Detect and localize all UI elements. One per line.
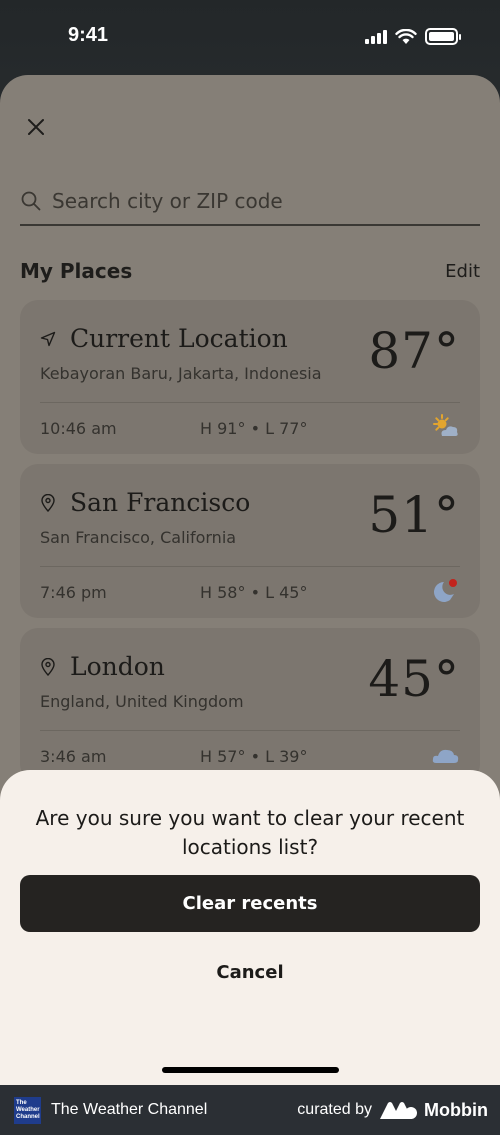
local-time: 3:46 am [40, 747, 107, 766]
close-button[interactable] [22, 113, 50, 141]
attribution-footer: The Weather Channel The Weather Channel cu… [0, 1085, 500, 1135]
search-icon [21, 191, 41, 211]
cloudy-icon [432, 749, 459, 763]
local-time: 10:46 am [40, 419, 117, 438]
mobbin-label: Mobbin [424, 1099, 488, 1120]
card-name-row: San Francisco [40, 488, 250, 517]
current-temperature: 51° [368, 486, 460, 544]
location-card-london[interactable]: London England, United Kingdom 45° 3:46 … [20, 628, 480, 782]
edit-button[interactable]: Edit [445, 261, 480, 282]
my-places-title: My Places [20, 259, 133, 283]
curated-by-label: curated by [297, 1101, 373, 1118]
footer-brand-name: The Weather Channel [51, 1101, 208, 1118]
map-pin-icon [41, 493, 55, 512]
location-subtitle: San Francisco, California [40, 528, 237, 547]
status-time: 9:41 [68, 24, 109, 46]
dialog-message: Are you sure you want to clear your rece… [35, 806, 465, 859]
clear-recents-button[interactable]: Clear recents [20, 875, 480, 932]
current-temperature: 87° [368, 322, 460, 380]
location-name: Current Location [70, 324, 288, 353]
divider [40, 402, 460, 403]
my-places-header: My Places Edit [20, 259, 480, 283]
map-pin-icon [41, 657, 55, 676]
footer-brand-group: The Weather Channel The Weather Channel [14, 1096, 208, 1124]
home-indicator [162, 1067, 339, 1073]
card-name-row: London [40, 652, 165, 681]
app-screen: 9:41 My Places [0, 0, 500, 1085]
high-low-temp: H 58° • L 45° [200, 583, 308, 602]
night-moon-alert-icon [434, 579, 457, 602]
navigation-arrow-icon [40, 331, 56, 346]
divider [40, 730, 460, 731]
divider [40, 566, 460, 567]
weather-channel-logo: The Weather Channel [14, 1096, 41, 1124]
search-bar [20, 178, 480, 226]
current-temperature: 45° [368, 650, 460, 708]
location-card-current[interactable]: Current Location Kebayoran Baru, Jakarta… [20, 300, 480, 454]
battery-icon [425, 28, 461, 45]
local-time: 7:46 pm [40, 583, 107, 602]
high-low-temp: H 57° • L 39° [200, 747, 308, 766]
partly-sunny-icon [433, 414, 458, 436]
location-name: London [70, 652, 165, 681]
card-name-row: Current Location [40, 324, 288, 353]
location-subtitle: England, United Kingdom [40, 692, 244, 711]
wifi-icon [395, 28, 417, 44]
search-input[interactable] [52, 189, 480, 213]
location-name: San Francisco [70, 488, 251, 517]
mobbin-logo: Mobbin [380, 1100, 488, 1121]
footer-curated-group: curated by Mobbin [297, 1100, 488, 1121]
status-bar: 9:41 [0, 0, 500, 75]
location-card-san-francisco[interactable]: San Francisco San Francisco, California … [20, 464, 480, 618]
cellular-signal-icon [365, 29, 387, 44]
cancel-button[interactable]: Cancel [150, 955, 350, 989]
mobbin-mark-icon [380, 1102, 418, 1119]
clear-recents-dialog: Are you sure you want to clear your rece… [0, 770, 500, 1085]
status-icons [365, 28, 461, 45]
close-icon [28, 119, 44, 135]
high-low-temp: H 91° • L 77° [200, 419, 308, 438]
location-subtitle: Kebayoran Baru, Jakarta, Indonesia [40, 364, 322, 383]
